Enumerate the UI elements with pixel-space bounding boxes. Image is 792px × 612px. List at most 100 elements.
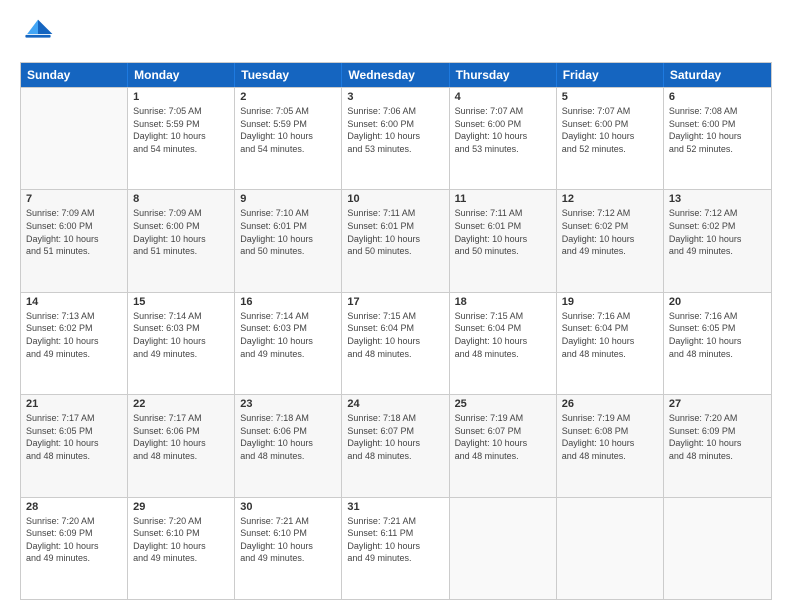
day-info: Sunrise: 7:20 AMSunset: 6:10 PMDaylight:… — [133, 515, 229, 565]
calendar-day-7: 7 Sunrise: 7:09 AMSunset: 6:00 PMDaylight… — [21, 190, 128, 291]
day-number: 26 — [562, 398, 658, 410]
day-info: Sunrise: 7:20 AMSunset: 6:09 PMDaylight:… — [26, 515, 122, 565]
day-number: 8 — [133, 193, 229, 205]
day-number: 31 — [347, 501, 443, 513]
day-number: 1 — [133, 91, 229, 103]
calendar-day-28: 28 Sunrise: 7:20 AMSunset: 6:09 PMDayligh… — [21, 498, 128, 599]
day-number: 20 — [669, 296, 766, 308]
calendar-day-29: 29Sunrise: 7:20 AMSunset: 6:10 PMDayligh… — [128, 498, 235, 599]
weekday-header-sunday: Sunday — [21, 63, 128, 87]
day-number: 24 — [347, 398, 443, 410]
day-info: Sunrise: 7:11 AMSunset: 6:01 PMDaylight:… — [455, 207, 551, 257]
calendar-day-empty — [557, 498, 664, 599]
day-number: 11 — [455, 193, 551, 205]
logo — [20, 16, 60, 52]
calendar-day-22: 22Sunrise: 7:17 AMSunset: 6:06 PMDayligh… — [128, 395, 235, 496]
day-info: Sunrise: 7:12 AMSunset: 6:02 PMDaylight:… — [562, 207, 658, 257]
day-number: 23 — [240, 398, 336, 410]
weekday-header-monday: Monday — [128, 63, 235, 87]
day-info: Sunrise: 7:11 AMSunset: 6:01 PMDaylight:… — [347, 207, 443, 257]
calendar-day-18: 18 Sunrise: 7:15 AMSunset: 6:04 PMDayligh… — [450, 293, 557, 394]
calendar-header: SundayMondayTuesdayWednesdayThursdayFrid… — [21, 63, 771, 87]
calendar-day-11: 11 Sunrise: 7:11 AMSunset: 6:01 PMDayligh… — [450, 190, 557, 291]
calendar-day-12: 12Sunrise: 7:12 AMSunset: 6:02 PMDayligh… — [557, 190, 664, 291]
weekday-header-tuesday: Tuesday — [235, 63, 342, 87]
day-number: 6 — [669, 91, 766, 103]
weekday-header-friday: Friday — [557, 63, 664, 87]
calendar-day-empty — [450, 498, 557, 599]
calendar: SundayMondayTuesdayWednesdayThursdayFrid… — [20, 62, 772, 600]
day-info: Sunrise: 7:14 AMSunset: 6:03 PMDaylight:… — [133, 310, 229, 360]
day-number: 27 — [669, 398, 766, 410]
calendar-day-30: 30 Sunrise: 7:21 AMSunset: 6:10 PMDayligh… — [235, 498, 342, 599]
day-number: 4 — [455, 91, 551, 103]
calendar-day-5: 5Sunrise: 7:07 AMSunset: 6:00 PMDaylight… — [557, 88, 664, 189]
calendar-day-13: 13 Sunrise: 7:12 AMSunset: 6:02 PMDayligh… — [664, 190, 771, 291]
day-number: 28 — [26, 501, 122, 513]
calendar-day-20: 20 Sunrise: 7:16 AMSunset: 6:05 PMDayligh… — [664, 293, 771, 394]
day-number: 7 — [26, 193, 122, 205]
calendar-week-1: 1 Sunrise: 7:05 AMSunset: 5:59 PMDaylight… — [21, 87, 771, 189]
calendar-day-10: 10 Sunrise: 7:11 AMSunset: 6:01 PMDayligh… — [342, 190, 449, 291]
weekday-header-wednesday: Wednesday — [342, 63, 449, 87]
day-info: Sunrise: 7:10 AMSunset: 6:01 PMDaylight:… — [240, 207, 336, 257]
calendar-day-6: 6Sunrise: 7:08 AMSunset: 6:00 PMDaylight… — [664, 88, 771, 189]
day-info: Sunrise: 7:21 AMSunset: 6:11 PMDaylight:… — [347, 515, 443, 565]
logo-icon — [20, 16, 56, 52]
day-number: 2 — [240, 91, 336, 103]
day-number: 17 — [347, 296, 443, 308]
day-info: Sunrise: 7:21 AMSunset: 6:10 PMDaylight:… — [240, 515, 336, 565]
calendar-day-24: 24Sunrise: 7:18 AMSunset: 6:07 PMDayligh… — [342, 395, 449, 496]
calendar-day-empty — [664, 498, 771, 599]
day-number: 22 — [133, 398, 229, 410]
day-number: 16 — [240, 296, 336, 308]
calendar-week-3: 14 Sunrise: 7:13 AMSunset: 6:02 PMDayligh… — [21, 292, 771, 394]
day-info: Sunrise: 7:09 AMSunset: 6:00 PMDaylight:… — [26, 207, 122, 257]
day-info: Sunrise: 7:15 AMSunset: 6:04 PMDaylight:… — [347, 310, 443, 360]
day-number: 9 — [240, 193, 336, 205]
calendar-day-2: 2 Sunrise: 7:05 AMSunset: 5:59 PMDaylight… — [235, 88, 342, 189]
day-number: 10 — [347, 193, 443, 205]
day-number: 5 — [562, 91, 658, 103]
day-info: Sunrise: 7:18 AMSunset: 6:06 PMDaylight:… — [240, 412, 336, 462]
day-number: 18 — [455, 296, 551, 308]
day-info: Sunrise: 7:05 AMSunset: 5:59 PMDaylight:… — [240, 105, 336, 155]
day-info: Sunrise: 7:14 AMSunset: 6:03 PMDaylight:… — [240, 310, 336, 360]
calendar-day-8: 8 Sunrise: 7:09 AMSunset: 6:00 PMDaylight… — [128, 190, 235, 291]
day-info: Sunrise: 7:05 AMSunset: 5:59 PMDaylight:… — [133, 105, 229, 155]
calendar-week-2: 7 Sunrise: 7:09 AMSunset: 6:00 PMDaylight… — [21, 189, 771, 291]
page: SundayMondayTuesdayWednesdayThursdayFrid… — [0, 0, 792, 612]
day-number: 19 — [562, 296, 658, 308]
calendar-day-21: 21 Sunrise: 7:17 AMSunset: 6:05 PMDayligh… — [21, 395, 128, 496]
day-number: 3 — [347, 91, 443, 103]
day-info: Sunrise: 7:17 AMSunset: 6:05 PMDaylight:… — [26, 412, 122, 462]
calendar-day-14: 14 Sunrise: 7:13 AMSunset: 6:02 PMDayligh… — [21, 293, 128, 394]
calendar-day-31: 31 Sunrise: 7:21 AMSunset: 6:11 PMDayligh… — [342, 498, 449, 599]
day-info: Sunrise: 7:16 AMSunset: 6:05 PMDaylight:… — [669, 310, 766, 360]
calendar-body: 1 Sunrise: 7:05 AMSunset: 5:59 PMDaylight… — [21, 87, 771, 599]
calendar-day-1: 1 Sunrise: 7:05 AMSunset: 5:59 PMDaylight… — [128, 88, 235, 189]
calendar-day-16: 16 Sunrise: 7:14 AMSunset: 6:03 PMDayligh… — [235, 293, 342, 394]
calendar-week-4: 21 Sunrise: 7:17 AMSunset: 6:05 PMDayligh… — [21, 394, 771, 496]
day-info: Sunrise: 7:09 AMSunset: 6:00 PMDaylight:… — [133, 207, 229, 257]
day-number: 30 — [240, 501, 336, 513]
day-number: 13 — [669, 193, 766, 205]
day-info: Sunrise: 7:20 AMSunset: 6:09 PMDaylight:… — [669, 412, 766, 462]
day-info: Sunrise: 7:19 AMSunset: 6:07 PMDaylight:… — [455, 412, 551, 462]
day-number: 21 — [26, 398, 122, 410]
day-number: 25 — [455, 398, 551, 410]
day-info: Sunrise: 7:12 AMSunset: 6:02 PMDaylight:… — [669, 207, 766, 257]
day-info: Sunrise: 7:19 AMSunset: 6:08 PMDaylight:… — [562, 412, 658, 462]
day-number: 15 — [133, 296, 229, 308]
calendar-day-empty — [21, 88, 128, 189]
day-info: Sunrise: 7:16 AMSunset: 6:04 PMDaylight:… — [562, 310, 658, 360]
weekday-header-saturday: Saturday — [664, 63, 771, 87]
day-info: Sunrise: 7:15 AMSunset: 6:04 PMDaylight:… — [455, 310, 551, 360]
calendar-week-5: 28 Sunrise: 7:20 AMSunset: 6:09 PMDayligh… — [21, 497, 771, 599]
calendar-day-23: 23 Sunrise: 7:18 AMSunset: 6:06 PMDayligh… — [235, 395, 342, 496]
day-info: Sunrise: 7:13 AMSunset: 6:02 PMDaylight:… — [26, 310, 122, 360]
calendar-day-4: 4Sunrise: 7:07 AMSunset: 6:00 PMDaylight… — [450, 88, 557, 189]
calendar-day-15: 15 Sunrise: 7:14 AMSunset: 6:03 PMDayligh… — [128, 293, 235, 394]
day-number: 14 — [26, 296, 122, 308]
calendar-day-9: 9 Sunrise: 7:10 AMSunset: 6:01 PMDaylight… — [235, 190, 342, 291]
